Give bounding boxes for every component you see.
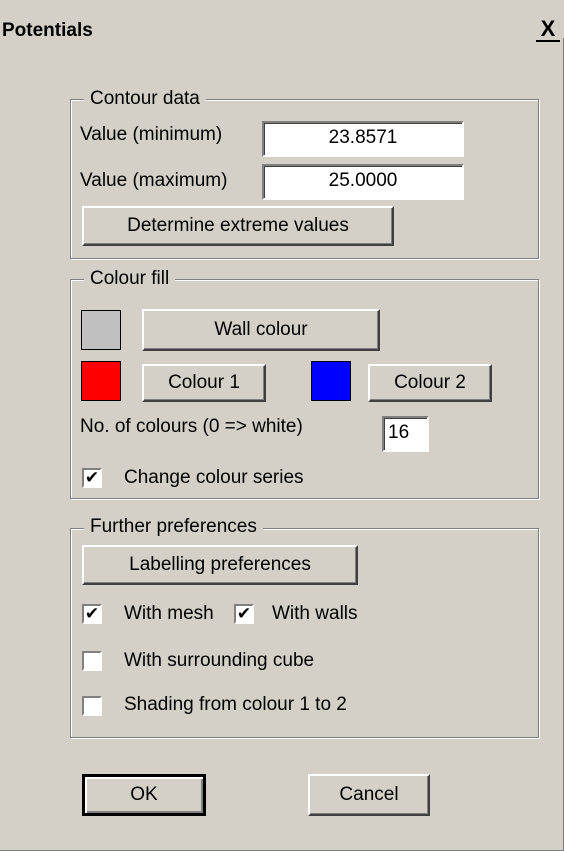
- value-minimum-input[interactable]: 23.8571: [262, 121, 464, 157]
- colour-fill-legend: Colour fill: [84, 268, 176, 290]
- with-walls-checkbox[interactable]: ✔: [234, 604, 254, 624]
- labelling-preferences-button[interactable]: Labelling preferences: [82, 545, 358, 585]
- title-bar: Potentials X: [0, 0, 564, 42]
- colour-2-button[interactable]: Colour 2: [368, 364, 492, 402]
- shading-label[interactable]: Shading from colour 1 to 2: [124, 694, 347, 716]
- determine-extreme-values-button[interactable]: Determine extreme values: [82, 206, 394, 246]
- value-maximum-label: Value (maximum): [80, 170, 228, 191]
- with-walls-label[interactable]: With walls: [272, 603, 358, 625]
- colour-1-button[interactable]: Colour 1: [142, 364, 266, 402]
- colour-2-swatch: [311, 361, 351, 401]
- with-surrounding-cube-checkbox[interactable]: [82, 651, 102, 671]
- cancel-button[interactable]: Cancel: [308, 774, 430, 816]
- with-surrounding-cube-label[interactable]: With surrounding cube: [124, 650, 314, 672]
- close-icon[interactable]: X: [536, 18, 560, 42]
- value-minimum-label: Value (minimum): [80, 124, 223, 145]
- change-colour-series-checkbox[interactable]: ✔: [82, 468, 102, 488]
- num-colours-input[interactable]: 16: [382, 416, 429, 452]
- wall-colour-button[interactable]: Wall colour: [142, 309, 380, 351]
- value-maximum-input[interactable]: 25.0000: [262, 164, 464, 200]
- ok-button[interactable]: OK: [82, 774, 206, 816]
- colour-1-swatch: [81, 361, 121, 401]
- wall-colour-swatch: [81, 310, 121, 350]
- with-mesh-label[interactable]: With mesh: [124, 603, 214, 625]
- contour-data-legend: Contour data: [84, 88, 206, 110]
- change-colour-series-label[interactable]: Change colour series: [124, 467, 304, 489]
- further-preferences-legend: Further preferences: [84, 516, 263, 538]
- num-colours-label: No. of colours (0 => white): [80, 416, 303, 437]
- with-mesh-checkbox[interactable]: ✔: [82, 604, 102, 624]
- dialog-title: Potentials: [2, 20, 93, 41]
- shading-checkbox[interactable]: [82, 696, 102, 716]
- potentials-dialog: Potentials X Contour data Value (minimum…: [0, 0, 564, 851]
